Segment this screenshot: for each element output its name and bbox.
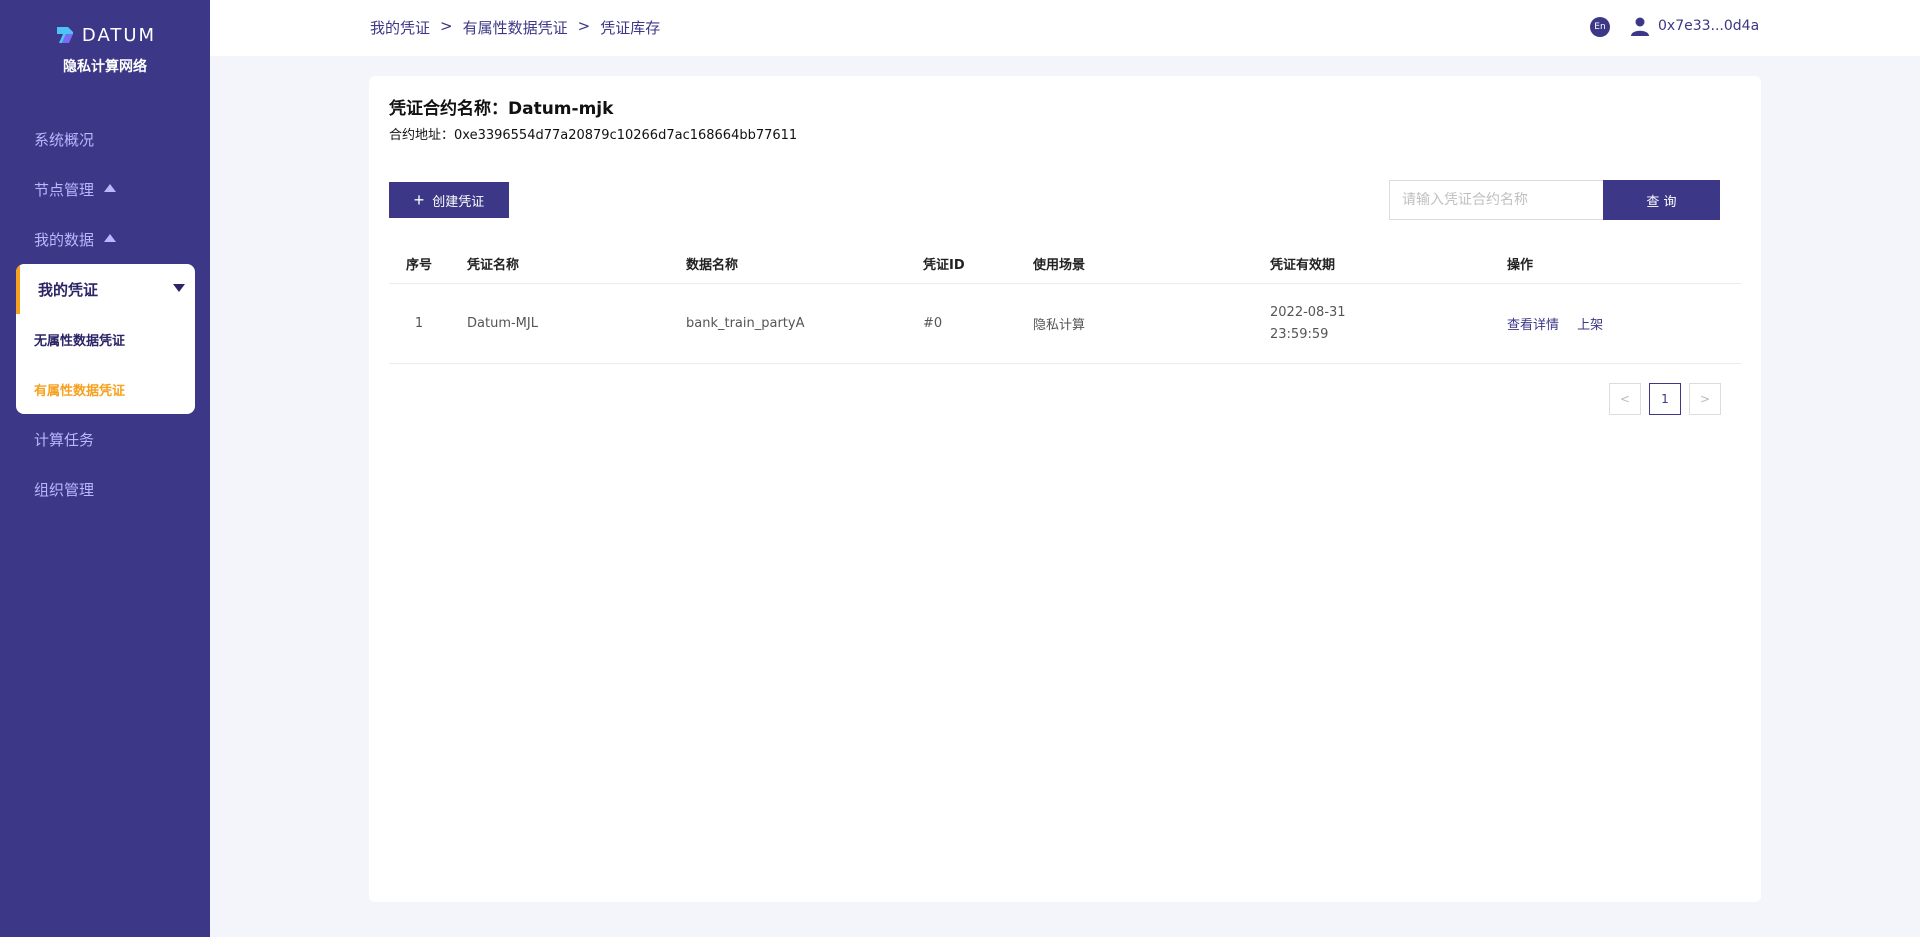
plus-icon: +	[413, 190, 425, 210]
sidebar-item-label: 计算任务	[34, 430, 95, 449]
breadcrumb-item[interactable]: 我的凭证	[370, 17, 430, 38]
top-header: 我的凭证 > 有属性数据凭证 > 凭证库存 En 0x7e33...0d4a	[210, 0, 1920, 56]
view-details-link[interactable]: 查看详情	[1507, 318, 1559, 333]
create-credential-label: 创建凭证	[432, 193, 485, 209]
table-row: 1 Datum-MJL bank_train_partyA #0 隐私计算 20…	[389, 284, 1741, 364]
caret-up-icon	[104, 184, 117, 192]
sidebar-item-label: 组织管理	[34, 480, 95, 499]
sidebar-item-nodes[interactable]: 节点管理	[0, 164, 210, 214]
breadcrumb-current: 凭证库存	[600, 19, 661, 37]
cell-credential-id: #0	[923, 316, 943, 331]
next-page-button[interactable]: >	[1689, 383, 1721, 415]
validity-date: 2022-08-31	[1270, 304, 1346, 320]
table-header: 序号 凭证名称 数据名称 凭证ID 使用场景 凭证有效期 操作	[389, 244, 1741, 284]
validity-time: 23:59:59	[1270, 326, 1329, 342]
caret-down-icon	[173, 284, 185, 292]
submenu-item-label: 无属性数据凭证	[34, 333, 126, 349]
sidebar: DATUM 隐私计算网络 系统概况 节点管理 我的数据 我的凭证 无属性数据凭证…	[0, 0, 210, 937]
create-credential-button[interactable]: + 创建凭证	[389, 182, 509, 218]
sidebar-item-organization[interactable]: 组织管理	[0, 464, 210, 514]
breadcrumb-separator: >	[440, 17, 453, 35]
sidebar-item-label: 系统概况	[34, 130, 95, 149]
submenu-item-no-attr-credentials[interactable]: 无属性数据凭证	[16, 314, 195, 364]
cell-data-name: bank_train_partyA	[686, 316, 805, 331]
breadcrumb: 我的凭证 > 有属性数据凭证 > 凭证库存	[370, 17, 660, 38]
submenu-title: 我的凭证	[38, 280, 99, 299]
column-header: 数据名称	[686, 258, 739, 273]
cell-credential-name: Datum-MJL	[467, 316, 538, 331]
breadcrumb-separator: >	[577, 17, 591, 35]
column-header: 凭证ID	[923, 258, 965, 273]
column-header: 序号	[405, 258, 432, 273]
list-on-shelf-link[interactable]: 上架	[1577, 318, 1603, 333]
user-icon	[1631, 17, 1649, 36]
column-header: 操作	[1507, 258, 1534, 273]
network-subtitle: 隐私计算网络	[63, 59, 147, 75]
logo-text: DATUM	[81, 24, 157, 46]
prev-page-button[interactable]: <	[1609, 383, 1641, 415]
sidebar-item-my-data[interactable]: 我的数据	[0, 214, 210, 264]
search-input[interactable]	[1389, 180, 1603, 220]
cell-actions: 查看详情 上架	[1507, 314, 1741, 333]
cell-scenario: 隐私计算	[1033, 318, 1086, 333]
search-button[interactable]: 查 询	[1603, 180, 1720, 220]
sidebar-menu: 系统概况 节点管理 我的数据	[0, 114, 210, 264]
submenu-item-attr-credentials[interactable]: 有属性数据凭证	[16, 364, 195, 414]
sidebar-item-label: 我的数据	[34, 230, 95, 249]
breadcrumb-item[interactable]: 有属性数据凭证	[463, 17, 568, 38]
pagination: < 1 >	[1609, 383, 1721, 415]
user-address: 0x7e33...0d4a	[1658, 18, 1760, 34]
cell-validity: 2022-08-31 23:59:59	[1270, 302, 1507, 346]
column-header: 凭证有效期	[1270, 258, 1336, 273]
sidebar-item-tasks[interactable]: 计算任务	[0, 414, 210, 464]
submenu-item-label: 有属性数据凭证	[34, 383, 126, 399]
datum-logo-icon	[56, 27, 73, 43]
sidebar-item-overview[interactable]: 系统概况	[0, 114, 210, 164]
credentials-submenu: 我的凭证 无属性数据凭证 有属性数据凭证	[16, 264, 195, 414]
main-card: 凭证合约名称：Datum-mjk 合约地址：0xe3396554d77a2087…	[369, 76, 1761, 902]
language-toggle[interactable]: En	[1590, 17, 1610, 37]
contract-address: 合约地址：0xe3396554d77a20879c10266d7ac168664…	[389, 128, 798, 143]
caret-up-icon	[104, 234, 117, 242]
page-button-current[interactable]: 1	[1649, 383, 1681, 415]
column-header: 使用场景	[1033, 258, 1086, 273]
contract-name: 凭证合约名称：Datum-mjk	[389, 99, 614, 119]
sidebar-item-my-credentials[interactable]: 我的凭证	[16, 264, 195, 314]
sidebar-item-label: 节点管理	[34, 180, 95, 199]
column-header: 凭证名称	[467, 258, 520, 273]
cell-index: 1	[414, 316, 424, 331]
credentials-table: 序号 凭证名称 数据名称 凭证ID 使用场景 凭证有效期 操作 1 Datum-…	[389, 244, 1741, 364]
user-menu[interactable]: 0x7e33...0d4a	[1630, 16, 1759, 36]
logo: DATUM 隐私计算网络	[0, 20, 210, 76]
sidebar-menu-lower: 计算任务 组织管理	[0, 414, 210, 514]
